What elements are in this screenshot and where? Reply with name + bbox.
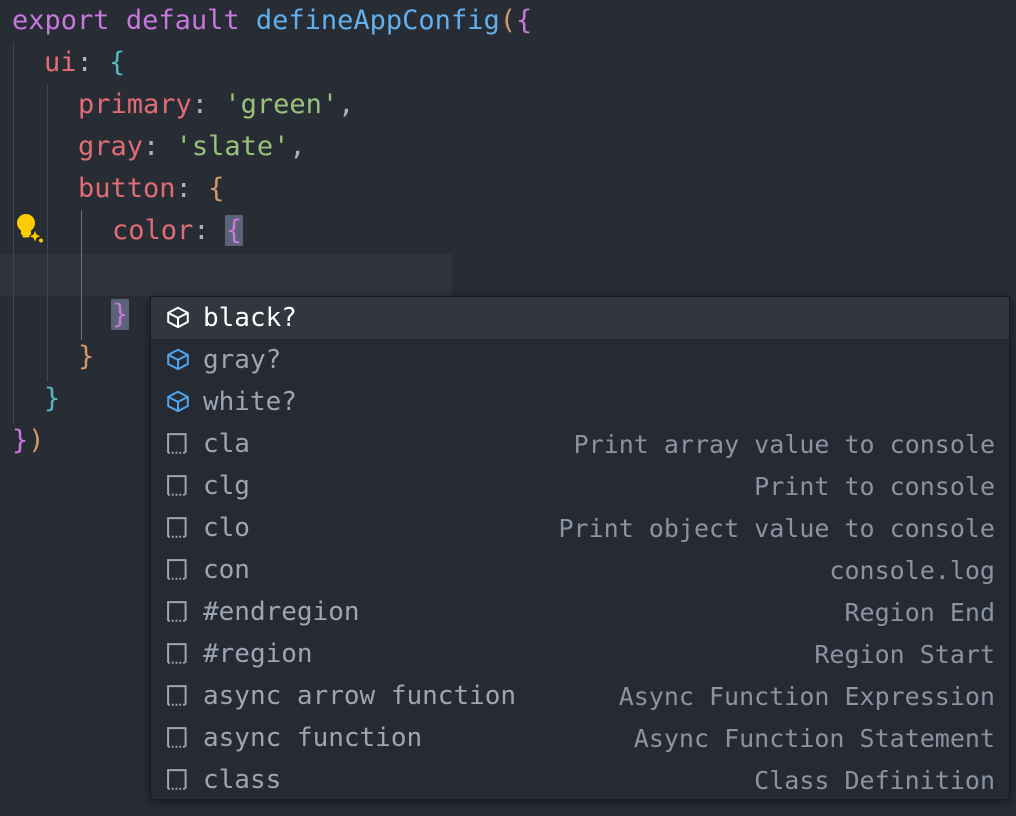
autocomplete-popup[interactable]: black? gray? white? cla Print array value to…: [150, 296, 1010, 800]
autocomplete-item[interactable]: #region Region Start: [151, 633, 1009, 675]
token-brace-open-4-matched: {: [224, 215, 244, 246]
autocomplete-item-label: gray?: [203, 345, 282, 375]
indent-guide-level-3-active: [81, 210, 82, 340]
token-space-1: [110, 5, 126, 36]
token-colon-color: :: [193, 215, 210, 246]
token-brace-close-2: }: [44, 383, 61, 414]
autocomplete-item-label: async arrow function: [203, 681, 517, 711]
code-line-4: gray: 'slate',: [78, 126, 306, 168]
code-line-1: export default defineAppConfig({: [12, 0, 532, 42]
autocomplete-item-detail: Print to console: [754, 471, 995, 501]
token-brace-open-3: {: [208, 173, 225, 204]
snippet-icon: [163, 639, 193, 669]
snippet-icon: [163, 681, 193, 711]
autocomplete-item[interactable]: cla Print array value to console: [151, 423, 1009, 465]
autocomplete-item-label: async function: [203, 723, 423, 753]
autocomplete-item-label: clg: [203, 471, 250, 501]
autocomplete-item[interactable]: gray?: [151, 339, 1009, 381]
token-define-app-config: defineAppConfig: [255, 5, 500, 36]
autocomplete-item-detail: console.log: [829, 555, 995, 585]
autocomplete-item[interactable]: clo Print object value to console: [151, 507, 1009, 549]
token-space-7: [210, 215, 226, 246]
token-comma-1: ,: [338, 89, 355, 120]
token-space-6: [192, 173, 208, 204]
token-button: button: [78, 173, 176, 204]
token-gray: gray: [78, 131, 144, 162]
snippet-icon: [163, 513, 193, 543]
autocomplete-item-label: class: [203, 765, 282, 795]
token-ui: ui: [44, 47, 77, 78]
snippet-icon: [163, 429, 193, 459]
snippet-icon: [163, 597, 193, 627]
token-brace-close-3: }: [78, 341, 95, 372]
autocomplete-list[interactable]: black? gray? white? cla Print array value to…: [151, 297, 1009, 799]
autocomplete-item-label: con: [203, 555, 250, 585]
autocomplete-item[interactable]: clg Print to console: [151, 465, 1009, 507]
token-export: export: [12, 5, 110, 36]
code-line-3: primary: 'green',: [78, 84, 354, 126]
token-default: default: [125, 5, 240, 36]
token-paren-open: (: [499, 5, 516, 36]
snippet-icon: [163, 723, 193, 753]
code-line-11: }): [12, 420, 45, 462]
snippet-icon: [163, 765, 193, 795]
autocomplete-item-detail: Region Start: [814, 639, 995, 669]
token-space-2: [240, 5, 256, 36]
token-space-4: [208, 89, 224, 120]
code-editor-screen: export default defineAppConfig({ ui: { p…: [0, 0, 1016, 816]
token-brace-close-1: }: [12, 425, 29, 456]
autocomplete-item-detail: Print object value to console: [558, 513, 996, 543]
token-colon-primary: :: [191, 89, 209, 120]
autocomplete-item-label: white?: [203, 387, 297, 417]
indent-guide-level-2: [47, 84, 48, 382]
autocomplete-item[interactable]: #endregion Region End: [151, 591, 1009, 633]
snippet-icon: [163, 555, 193, 585]
token-space-5: [159, 131, 175, 162]
token-color: color: [112, 215, 194, 246]
token-brace-close-4-matched: }: [111, 299, 130, 330]
token-colon-gray: :: [143, 131, 160, 162]
autocomplete-item-detail: Print array value to console: [573, 429, 995, 459]
autocomplete-item-label: clo: [203, 513, 250, 543]
token-primary: primary: [78, 89, 192, 120]
code-line-8: }: [111, 294, 130, 336]
code-line-9: }: [78, 336, 94, 378]
cube-icon: [163, 303, 193, 333]
code-line-5: button: {: [78, 168, 224, 210]
autocomplete-item[interactable]: class Class Definition: [151, 759, 1009, 799]
token-slate-value: 'slate': [175, 131, 290, 162]
autocomplete-item-detail: Async Function Expression: [618, 681, 995, 711]
token-space-3: [93, 47, 109, 78]
token-brace-open-2: {: [109, 47, 126, 78]
token-green-value: 'green': [224, 89, 339, 120]
token-colon-ui: :: [76, 47, 93, 78]
autocomplete-item-selected[interactable]: black?: [151, 297, 1009, 339]
autocomplete-item[interactable]: white?: [151, 381, 1009, 423]
autocomplete-item[interactable]: async function Async Function Statement: [151, 717, 1009, 759]
code-line-10: }: [44, 378, 60, 420]
token-brace-open-1: {: [515, 5, 533, 36]
autocomplete-item[interactable]: async arrow function Async Function Expre…: [151, 675, 1009, 717]
autocomplete-item-detail: Async Function Statement: [633, 723, 995, 753]
token-colon-button: :: [175, 173, 192, 204]
token-comma-2: ,: [289, 131, 306, 162]
cube-icon: [163, 345, 193, 375]
code-line-2: ui: {: [44, 42, 125, 84]
snippet-icon: [163, 471, 193, 501]
lightbulb-icon[interactable]: [12, 211, 44, 243]
autocomplete-item-label: #endregion: [203, 597, 360, 627]
autocomplete-item-detail: Class Definition: [754, 765, 995, 795]
code-line-6: color: {: [112, 210, 244, 252]
autocomplete-item-label: #region: [203, 639, 313, 669]
autocomplete-item[interactable]: con console.log: [151, 549, 1009, 591]
token-paren-close: ): [28, 425, 45, 456]
current-line-highlight: [0, 254, 452, 296]
autocomplete-item-detail: Region End: [844, 597, 995, 627]
autocomplete-item-label: black?: [203, 303, 297, 333]
cube-icon: [163, 387, 193, 417]
autocomplete-item-label: cla: [203, 429, 250, 459]
